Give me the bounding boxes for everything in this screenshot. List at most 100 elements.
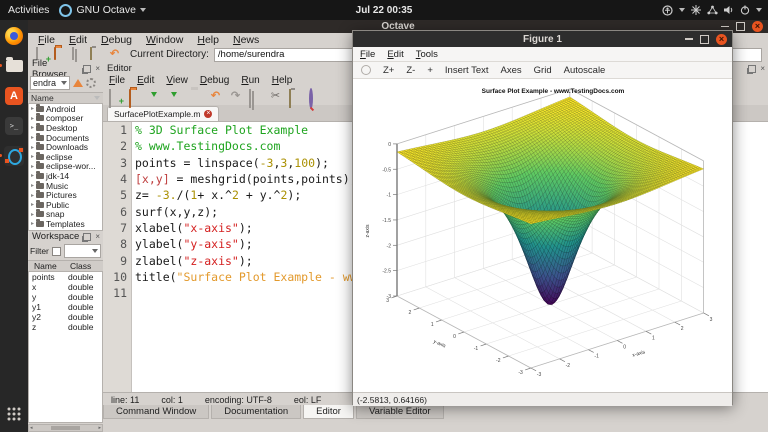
save-as-icon[interactable] bbox=[169, 90, 182, 103]
figure-menu-edit[interactable]: Edit bbox=[387, 49, 403, 60]
code-token: 100 bbox=[294, 155, 316, 170]
close-panel-icon[interactable]: × bbox=[95, 232, 100, 240]
name-column-header[interactable]: Name bbox=[31, 93, 54, 103]
figure-menu-file[interactable]: File bbox=[360, 49, 375, 60]
rotate-tool-icon[interactable] bbox=[361, 65, 371, 75]
bottom-tab-variable-editor[interactable]: Variable Editor bbox=[355, 405, 444, 419]
paste-icon[interactable] bbox=[289, 88, 302, 108]
filter-combo[interactable] bbox=[63, 244, 101, 258]
close-button[interactable]: × bbox=[752, 21, 763, 32]
tree-item-templates[interactable]: ▸ Templates bbox=[29, 218, 102, 229]
save-icon[interactable] bbox=[149, 90, 162, 103]
workspace-variables: points double x double y double y1 double y2 doub… bbox=[28, 272, 103, 423]
figure-tool-axes[interactable]: Axes bbox=[501, 65, 522, 76]
show-applications-icon[interactable] bbox=[2, 402, 26, 426]
tree-item-eclipse-wor-[interactable]: ▸ eclipse-wor... bbox=[29, 161, 102, 171]
figure-menu-tools[interactable]: Tools bbox=[416, 49, 438, 60]
editor-menu-view[interactable]: View bbox=[166, 75, 188, 86]
maximize-button[interactable] bbox=[700, 34, 709, 44]
workspace-columns[interactable]: Name Class bbox=[28, 260, 103, 272]
dock-terminal-icon[interactable]: >_ bbox=[2, 114, 26, 138]
workspace-var-y2[interactable]: y2 double bbox=[29, 312, 102, 322]
minimize-button[interactable] bbox=[685, 38, 693, 40]
figure-tool-z-[interactable]: Z+ bbox=[383, 65, 394, 76]
code-token: = meshgrid(points,points); bbox=[169, 172, 357, 187]
tree-item-downloads[interactable]: ▸ Downloads bbox=[29, 142, 102, 152]
tree-item-android[interactable]: ▸ Android bbox=[29, 104, 102, 114]
line-number: 5 bbox=[120, 188, 127, 203]
paste-icon[interactable] bbox=[90, 47, 103, 61]
cut-icon[interactable]: ✂ bbox=[269, 90, 282, 103]
workspace-var-z[interactable]: z double bbox=[29, 322, 102, 332]
editor-menu-debug[interactable]: Debug bbox=[200, 75, 229, 86]
sort-icon[interactable] bbox=[94, 96, 100, 100]
tree-item-public[interactable]: ▸ Public bbox=[29, 199, 102, 210]
desktop: Activities GNU Octave Jul 22 00:35 A >_ bbox=[0, 0, 768, 432]
system-tray[interactable] bbox=[662, 0, 762, 20]
filter-checkbox[interactable] bbox=[51, 246, 61, 256]
tree-item-snap[interactable]: ▸ snap bbox=[29, 209, 102, 219]
directory-combo[interactable]: endra bbox=[30, 76, 70, 90]
workspace-var-x[interactable]: x double bbox=[29, 282, 102, 292]
code-token: z= bbox=[135, 188, 156, 203]
tab-close-icon[interactable]: × bbox=[204, 110, 213, 118]
tree-item-documents[interactable]: ▸ Documents bbox=[29, 132, 102, 143]
figure-tool-z-[interactable]: Z- bbox=[406, 65, 415, 76]
bottom-tab-documentation[interactable]: Documentation bbox=[211, 405, 302, 419]
figure-tool--[interactable]: + bbox=[427, 65, 433, 76]
close-panel-icon[interactable]: × bbox=[760, 64, 765, 72]
line-number: 1 bbox=[120, 123, 127, 137]
menu-file[interactable]: File bbox=[38, 34, 55, 46]
undo-icon[interactable]: ↶ bbox=[108, 48, 121, 61]
undo-icon[interactable]: ↶ bbox=[209, 90, 222, 103]
editor-menu-help[interactable]: Help bbox=[272, 75, 293, 86]
print-icon[interactable] bbox=[189, 90, 202, 103]
undock-icon[interactable] bbox=[83, 64, 92, 73]
menu-edit[interactable]: Edit bbox=[69, 34, 87, 46]
workspace-var-points[interactable]: points double bbox=[29, 272, 102, 282]
clock[interactable]: Jul 22 00:35 bbox=[0, 5, 768, 16]
dock-ubuntu-software-icon[interactable]: A bbox=[2, 84, 26, 108]
editor-file-tab[interactable]: SurfacePlotExample.m × bbox=[107, 106, 220, 121]
workspace-var-y[interactable]: y double bbox=[29, 292, 102, 302]
bottom-tab-editor[interactable]: Editor bbox=[303, 405, 354, 419]
tree-item-music[interactable]: ▸ Music bbox=[29, 180, 102, 191]
tree-item-pictures[interactable]: ▸ Pictures bbox=[29, 190, 102, 200]
menu-window[interactable]: Window bbox=[146, 34, 183, 46]
editor-menu-edit[interactable]: Edit bbox=[137, 75, 154, 86]
figure-titlebar[interactable]: Figure 1 × bbox=[353, 31, 732, 47]
close-button[interactable]: × bbox=[716, 33, 727, 45]
figure-tool-grid[interactable]: Grid bbox=[534, 65, 552, 76]
open-file-icon[interactable] bbox=[129, 88, 142, 108]
tree-item-desktop[interactable]: ▸ Desktop bbox=[29, 122, 102, 133]
figure-tool-insert-text[interactable]: Insert Text bbox=[445, 65, 489, 76]
gear-icon[interactable] bbox=[86, 78, 96, 88]
maximize-button[interactable] bbox=[736, 22, 745, 31]
undock-icon[interactable] bbox=[748, 64, 757, 73]
copy-icon[interactable] bbox=[249, 88, 262, 108]
horizontal-scrollbar[interactable]: ◂ ▸ bbox=[28, 424, 103, 432]
bottom-tab-command-window[interactable]: Command Window bbox=[103, 405, 210, 419]
new-file-icon[interactable] bbox=[109, 88, 122, 108]
dock-firefox-icon[interactable] bbox=[2, 24, 26, 48]
figure-menubar: File Edit Tools bbox=[353, 47, 732, 62]
workspace-var-y1[interactable]: y1 double bbox=[29, 302, 102, 312]
editor-menu-run[interactable]: Run bbox=[241, 75, 259, 86]
dock-octave-icon[interactable] bbox=[0, 144, 26, 168]
minimize-button[interactable] bbox=[721, 25, 729, 28]
tree-item-jdk-14[interactable]: ▸ jdk-14 bbox=[29, 170, 102, 181]
menu-news[interactable]: News bbox=[233, 34, 259, 46]
tree-item-eclipse[interactable]: ▸ eclipse bbox=[29, 151, 102, 162]
surface-plot-canvas[interactable] bbox=[353, 79, 734, 392]
undock-icon[interactable] bbox=[83, 232, 92, 241]
editor-menu-file[interactable]: File bbox=[109, 75, 125, 86]
tree-item-composer[interactable]: ▸ composer bbox=[29, 113, 102, 123]
dock-files-icon[interactable] bbox=[0, 54, 26, 78]
close-panel-icon[interactable]: × bbox=[95, 64, 100, 72]
menu-help[interactable]: Help bbox=[197, 34, 219, 46]
redo-icon[interactable]: ↷ bbox=[229, 90, 242, 103]
menu-debug[interactable]: Debug bbox=[101, 34, 132, 46]
find-icon[interactable] bbox=[309, 87, 322, 109]
up-directory-icon[interactable] bbox=[73, 79, 83, 87]
figure-tool-autoscale[interactable]: Autoscale bbox=[564, 65, 606, 76]
